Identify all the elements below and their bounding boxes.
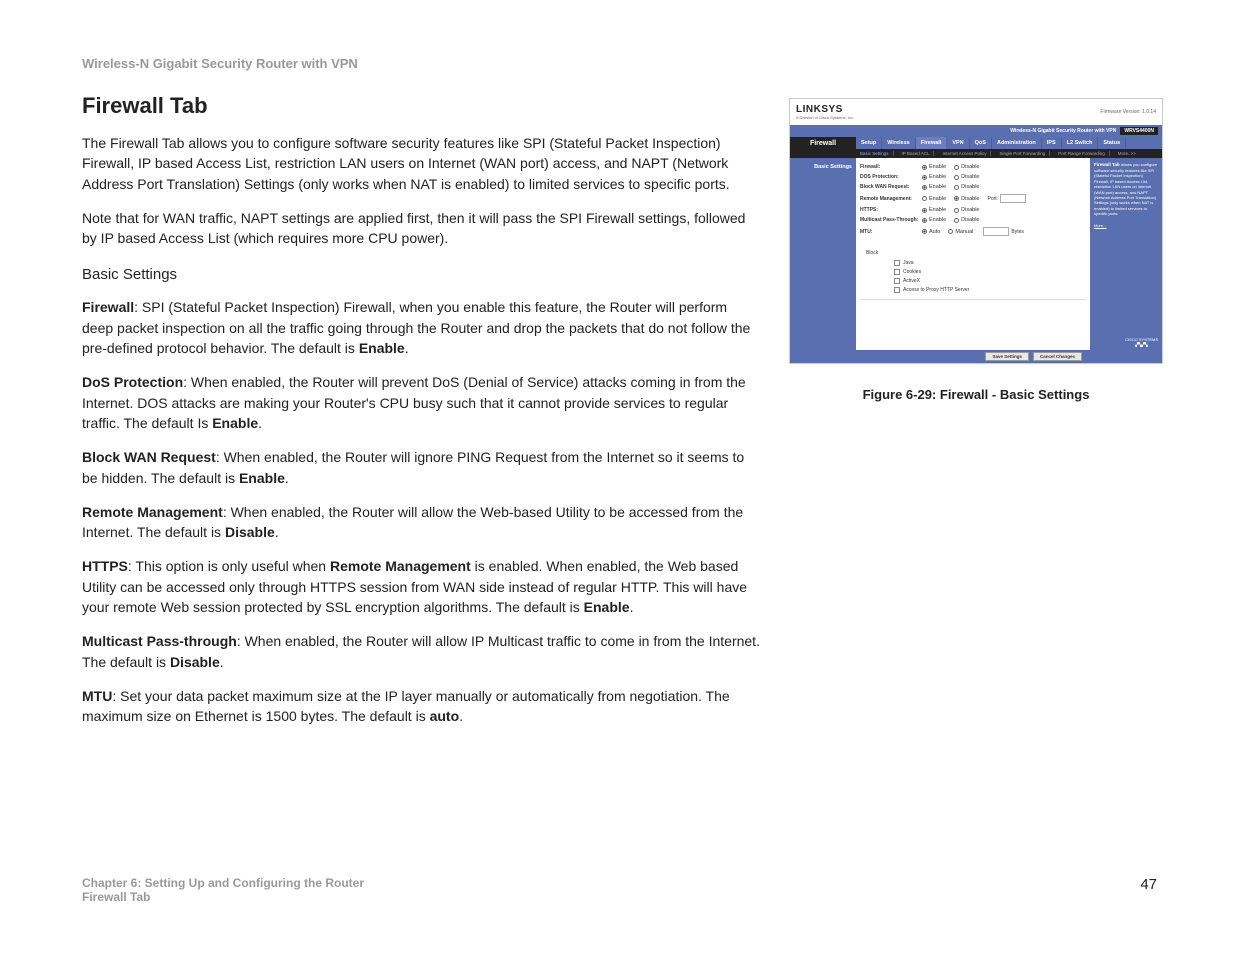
ss-mtu-bytes: Bytes — [1011, 229, 1024, 235]
ss-subtab-port-range[interactable]: Port Range Forwarding — [1054, 151, 1110, 156]
page-title: Firewall Tab — [82, 93, 762, 119]
ss-mtu-manual[interactable]: Manual — [948, 229, 973, 235]
ss-tab-firewall[interactable]: Firewall — [916, 137, 947, 149]
ss-tab-qos[interactable]: QoS — [970, 137, 992, 149]
setting-dos: DoS Protection: When enabled, the Router… — [82, 372, 762, 433]
ss-cancel-button[interactable]: Cancel Changes — [1033, 352, 1082, 361]
ss-multicast-disable[interactable]: Disable — [954, 217, 979, 223]
ss-cb-cookies[interactable]: Cookies — [894, 269, 1086, 275]
footer-section: Firewall Tab — [82, 890, 364, 904]
ss-firmware: Firmware Version: 1.0.14 — [1100, 109, 1156, 115]
ss-row-firewall-label: Firewall: — [860, 164, 922, 170]
ss-cb-java[interactable]: Java — [894, 260, 1086, 266]
ss-port-label: Port: — [987, 196, 998, 202]
ss-cb-activex[interactable]: ActiveX — [894, 278, 1086, 284]
ss-dos-enable[interactable]: Enable — [922, 174, 946, 180]
ss-product-name: Wireless-N Gigabit Security Router with … — [1010, 128, 1116, 134]
figure-caption: Figure 6-29: Firewall - Basic Settings — [790, 387, 1162, 402]
ss-logo: LINKSYS — [796, 104, 843, 115]
ss-mtu-input[interactable] — [983, 227, 1009, 236]
ss-multicast-enable[interactable]: Enable — [922, 217, 946, 223]
ss-subtab-single-port[interactable]: Single Port Forwarding — [995, 151, 1050, 156]
ss-cb-proxy[interactable]: Access to Proxy HTTP Server — [894, 287, 1086, 293]
ss-row-dos-label: DOS Protection: — [860, 174, 922, 180]
ss-remote-disable[interactable]: Disable — [954, 196, 979, 202]
setting-multicast: Multicast Pass-through: When enabled, th… — [82, 631, 762, 672]
ss-firewall-disable[interactable]: Disable — [954, 164, 979, 170]
ss-model: WRVS4400N — [1120, 127, 1158, 135]
ss-port-input[interactable] — [1000, 194, 1026, 203]
ss-subtab-policy[interactable]: Internet Access Policy — [938, 151, 991, 156]
setting-remote-management: Remote Management: When enabled, the Rou… — [82, 502, 762, 543]
ss-firewall-enable[interactable]: Enable — [922, 164, 946, 170]
ss-block-disable[interactable]: Disable — [954, 184, 979, 190]
ss-help-more[interactable]: More... — [1094, 223, 1158, 228]
setting-block-wan: Block WAN Request: When enabled, the Rou… — [82, 447, 762, 488]
ss-tab-vpn[interactable]: VPN — [947, 137, 969, 149]
ss-tab-administration[interactable]: Administration — [992, 137, 1042, 149]
intro-paragraph-1: The Firewall Tab allows you to configure… — [82, 133, 762, 194]
ss-tab-wireless[interactable]: Wireless — [882, 137, 916, 149]
ss-help-title: Firewall Tab — [1094, 162, 1120, 167]
ss-https-enable[interactable]: Enable — [922, 207, 946, 213]
ss-block-section-label: Block — [866, 250, 1086, 256]
ss-remote-enable[interactable]: Enable — [922, 196, 946, 202]
page-number: 47 — [1140, 876, 1157, 904]
ss-row-mtu-label: MTU: — [860, 229, 922, 235]
ss-subtab-basic[interactable]: Basic Settings — [856, 151, 894, 156]
ss-help-text: allows you configure software security f… — [1094, 162, 1157, 216]
ss-subtab-more[interactable]: More..>> — [1114, 151, 1140, 156]
ss-https-disable[interactable]: Disable — [954, 207, 979, 213]
cisco-logo: CISCO SYSTEMS▞▚▞▚ — [1125, 338, 1158, 347]
ss-tab-l2switch[interactable]: L2 Switch — [1062, 137, 1099, 149]
footer-chapter: Chapter 6: Setting Up and Configuring th… — [82, 876, 364, 890]
ss-row-remote-label: Remote Management: — [860, 196, 922, 202]
ss-main-tab-label: Firewall — [790, 137, 856, 149]
setting-mtu: MTU: Set your data packet maximum size a… — [82, 686, 762, 727]
ss-tab-setup[interactable]: Setup — [856, 137, 882, 149]
ss-tab-status[interactable]: Status — [1098, 137, 1126, 149]
figure-screenshot: LINKSYS A Division of Cisco Systems, Inc… — [790, 99, 1162, 363]
setting-firewall: Firewall: SPI (Stateful Packet Inspectio… — [82, 297, 762, 358]
ss-tab-ips[interactable]: IPS — [1042, 137, 1062, 149]
ss-row-multicast-label: Multicast Pass-Through: — [860, 217, 922, 223]
intro-paragraph-2: Note that for WAN traffic, NAPT settings… — [82, 208, 762, 249]
ss-block-enable[interactable]: Enable — [922, 184, 946, 190]
ss-save-button[interactable]: Save Settings — [985, 352, 1029, 361]
ss-row-https-label: HTTPS: — [860, 207, 922, 213]
ss-sidebar-section: Basic Settings — [790, 158, 856, 350]
sub-heading-basic-settings: Basic Settings — [82, 266, 762, 283]
ss-mtu-auto[interactable]: Auto — [922, 229, 940, 235]
ss-dos-disable[interactable]: Disable — [954, 174, 979, 180]
ss-row-block-label: Block WAN Request: — [860, 184, 922, 190]
ss-logo-subtitle: A Division of Cisco Systems, Inc. — [796, 115, 854, 120]
setting-https: HTTPS: This option is only useful when R… — [82, 556, 762, 617]
ss-subtab-acl[interactable]: IP Based ACL — [898, 151, 935, 156]
product-header: Wireless-N Gigabit Security Router with … — [82, 56, 1157, 71]
